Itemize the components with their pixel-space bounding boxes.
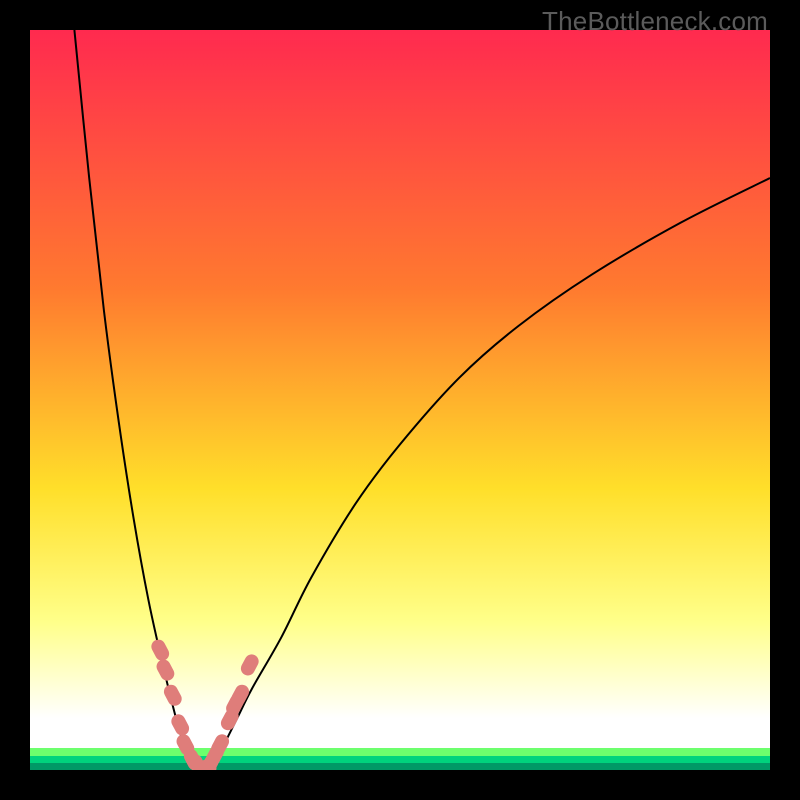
bottleneck-curve bbox=[30, 30, 770, 770]
curve-right-branch bbox=[208, 178, 770, 770]
marker-blob bbox=[169, 712, 192, 738]
marker-blob bbox=[161, 682, 184, 708]
watermark-text: TheBottleneck.com bbox=[542, 6, 768, 37]
marker-blob bbox=[154, 657, 177, 683]
marker-blob bbox=[238, 652, 261, 678]
chart-frame: TheBottleneck.com bbox=[0, 0, 800, 800]
marker-base bbox=[194, 761, 216, 770]
marker-blob bbox=[149, 637, 172, 663]
curve-left-branch bbox=[74, 30, 200, 770]
plot-area bbox=[30, 30, 770, 770]
